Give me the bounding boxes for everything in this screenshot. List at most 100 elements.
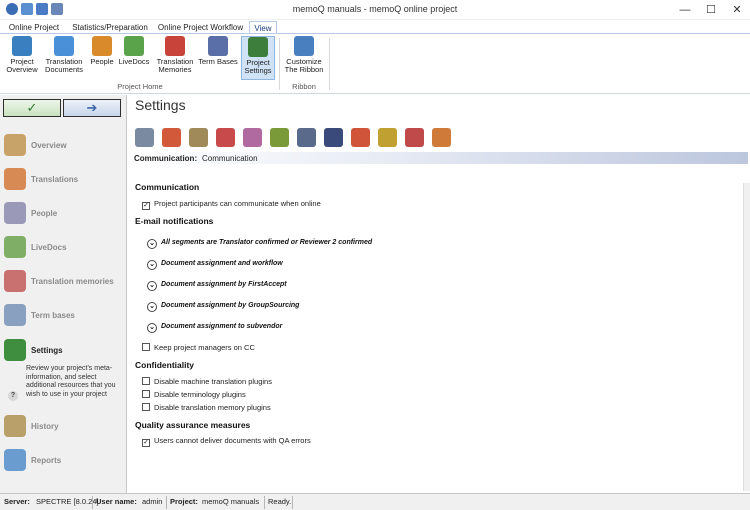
- project-settings-button[interactable]: Project Settings: [241, 36, 275, 80]
- checkbox-box[interactable]: [142, 343, 150, 351]
- expand-icon[interactable]: ⌄: [147, 302, 157, 312]
- status-text: Ready.: [268, 497, 292, 506]
- people-button[interactable]: People: [88, 36, 116, 80]
- ribbon-tabs: Online Project Statistics/Preparation On…: [0, 20, 750, 34]
- resources-icon[interactable]: [135, 128, 154, 147]
- web-search-icon[interactable]: [432, 128, 451, 147]
- segmentation-icon[interactable]: [189, 128, 208, 147]
- settings-category-toolbar: [135, 128, 451, 147]
- breadcrumb-key: Communication:: [134, 154, 198, 163]
- checkbox-label: Disable machine translation plugins: [154, 377, 272, 386]
- sidebar-item-label: Reports: [31, 456, 62, 465]
- sidebar-item-people[interactable]: People: [0, 198, 127, 230]
- translation-memory-settings-icon[interactable]: [162, 128, 181, 147]
- sidebar-item-label: Term bases: [31, 311, 75, 320]
- disable-mt-plugins-checkbox[interactable]: Disable machine translation plugins: [142, 377, 272, 386]
- sidebar-item-label: People: [31, 209, 58, 218]
- mt-settings-icon[interactable]: [405, 128, 424, 147]
- participants-communicate-checkbox[interactable]: ✓ Project participants can communicate wh…: [142, 199, 321, 210]
- minimize-button[interactable]: —: [672, 0, 698, 20]
- sidebar-item-translation-memories[interactable]: Translation memories: [0, 266, 127, 298]
- email-item-label: Document assignment and workflow: [161, 260, 283, 267]
- expand-icon[interactable]: ⌄: [147, 239, 157, 249]
- group-label-ribbon: Ribbon: [292, 82, 316, 91]
- group-label-project-home: Project Home: [117, 82, 163, 91]
- reports-icon: [4, 449, 26, 471]
- customize-ribbon-button[interactable]: Customize The Ribbon: [283, 36, 325, 80]
- translation-documents-label: Translation Documents: [45, 57, 83, 74]
- sidebar-item-history[interactable]: History: [0, 411, 127, 443]
- checkbox-label: Users cannot deliver documents with QA e…: [154, 436, 311, 445]
- sidebar-item-settings[interactable]: Settings: [0, 335, 127, 367]
- checkbox-box[interactable]: ✓: [142, 202, 150, 210]
- sidebar-item-label: Translations: [31, 175, 79, 184]
- livedocs-button[interactable]: LiveDocs: [118, 36, 150, 80]
- lqa-icon[interactable]: [378, 128, 397, 147]
- window-title: memoQ manuals - memoQ online project: [292, 4, 458, 14]
- server-label: Server:: [4, 494, 30, 510]
- customize-ribbon-icon: [294, 36, 314, 56]
- email-item-firstaccept[interactable]: ⌄ Document assignment by FirstAccept: [147, 281, 287, 291]
- qa-settings-icon[interactable]: [216, 128, 235, 147]
- keep-pm-cc-checkbox[interactable]: Keep project managers on CC: [142, 343, 255, 352]
- checkbox-box[interactable]: [142, 377, 150, 385]
- project-overview-button[interactable]: Project Overview: [3, 36, 41, 80]
- spelling-icon[interactable]: [324, 128, 343, 147]
- expand-icon[interactable]: ⌄: [147, 323, 157, 333]
- sidebar-item-label: History: [31, 422, 59, 431]
- vertical-scrollbar[interactable]: [743, 183, 750, 491]
- checkbox-box[interactable]: [142, 403, 150, 411]
- people-label: People: [90, 57, 114, 66]
- user-label: User name:: [96, 494, 137, 510]
- help-icon[interactable]: ?: [8, 391, 18, 401]
- sidebar-item-term-bases[interactable]: Term bases: [0, 300, 127, 332]
- livedocs-icon: [124, 36, 144, 56]
- auto-translation-icon[interactable]: [351, 128, 370, 147]
- translation-memories-icon: [165, 36, 185, 56]
- status-bar: Server: SPECTRE [8.0.24] User name: admi…: [0, 493, 750, 510]
- sidebar-item-overview[interactable]: Overview: [0, 130, 127, 162]
- checkbox-label: Project participants can communicate whe…: [154, 199, 321, 208]
- email-item-label: Document assignment by GroupSourcing: [161, 302, 300, 309]
- server-key: Server:: [4, 497, 30, 506]
- ignore-lists-icon[interactable]: [297, 128, 316, 147]
- email-item-segments-confirmed[interactable]: ⌄ All segments are Translator confirmed o…: [147, 239, 372, 249]
- navigate-button[interactable]: ➔: [63, 99, 121, 117]
- sidebar-item-reports[interactable]: Reports: [0, 445, 127, 477]
- email-item-subvendor[interactable]: ⌄ Document assignment to subvendor: [147, 323, 282, 333]
- ribbon-group-separator: [329, 38, 330, 90]
- qa-errors-block-delivery-checkbox[interactable]: ✓ Users cannot deliver documents with QA …: [142, 436, 311, 447]
- checkbox-box[interactable]: [142, 390, 150, 398]
- history-icon: [4, 415, 26, 437]
- project-overview-label: Project Overview: [6, 57, 38, 74]
- term-bases-button[interactable]: Term Bases: [198, 36, 238, 80]
- project-value: memoQ manuals: [202, 497, 260, 506]
- sidebar-item-livedocs[interactable]: LiveDocs: [0, 232, 127, 264]
- email-item-assignment-workflow[interactable]: ⌄ Document assignment and workflow: [147, 260, 283, 270]
- project-settings-icon: [248, 37, 268, 57]
- term-bases-icon: [208, 36, 228, 56]
- filter-icon[interactable]: [243, 128, 262, 147]
- disable-terminology-plugins-checkbox[interactable]: Disable terminology plugins: [142, 390, 246, 399]
- server-value: SPECTRE [8.0.24]: [36, 497, 99, 506]
- translation-memories-icon: [4, 270, 26, 292]
- ribbon: Project Overview Translation Documents P…: [0, 34, 750, 94]
- ribbon-group-separator: [279, 38, 280, 90]
- translation-memories-label: Translation Memories: [156, 57, 194, 74]
- close-button[interactable]: ✕: [724, 0, 750, 20]
- translation-documents-button[interactable]: Translation Documents: [43, 36, 85, 80]
- checkbox-box[interactable]: ✓: [142, 439, 150, 447]
- email-item-label: Document assignment to subvendor: [161, 323, 283, 330]
- export-path-icon[interactable]: [270, 128, 289, 147]
- page-title: Settings: [135, 97, 186, 113]
- disable-tm-plugins-checkbox[interactable]: Disable translation memory plugins: [142, 403, 271, 412]
- livedocs-label: LiveDocs: [118, 57, 150, 66]
- email-item-label: Document assignment by FirstAccept: [161, 281, 287, 288]
- email-item-groupsourcing[interactable]: ⌄ Document assignment by GroupSourcing: [147, 302, 299, 312]
- maximize-button[interactable]: ☐: [698, 0, 724, 20]
- expand-icon[interactable]: ⌄: [147, 260, 157, 270]
- translation-memories-button[interactable]: Translation Memories: [154, 36, 196, 80]
- expand-icon[interactable]: ⌄: [147, 281, 157, 291]
- confirm-button[interactable]: ✓: [3, 99, 61, 117]
- sidebar-item-translations[interactable]: Translations: [0, 164, 127, 196]
